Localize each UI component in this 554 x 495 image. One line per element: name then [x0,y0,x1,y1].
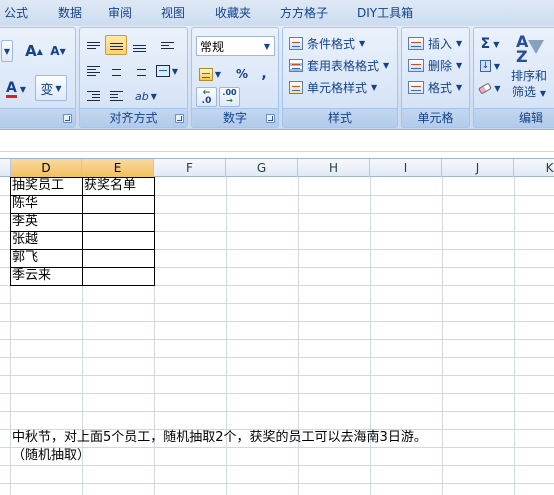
tab-view[interactable]: 视图 [161,0,185,26]
table-row-employee[interactable]: 陈华 [12,195,38,213]
alignment-group-label: 对齐方式 [80,108,187,127]
column-header-i[interactable]: I [370,159,442,177]
table-row-employee[interactable]: 郭飞 [12,249,38,267]
worksheet-grid[interactable]: D E F G H I J K 抽奖员工 获奖名单 陈华 李英 张越 郭飞 季云… [0,159,554,495]
tab-data[interactable]: 数据 [58,0,82,26]
increase-decimal-button[interactable]: ← .0 [196,87,217,107]
tab-fangfang[interactable]: 方方格子 [280,0,328,26]
align-left-button[interactable] [82,61,104,81]
tab-favorites[interactable]: 收藏夹 [215,0,251,26]
percent-style-button[interactable]: % [231,64,253,84]
grow-font-button[interactable]: A ▲ [23,40,45,62]
table-row-employee[interactable]: 李英 [12,213,38,231]
decrease-decimal-button[interactable]: .00 → [219,87,240,107]
table-row-employee[interactable]: 张越 [12,231,38,249]
column-header-h[interactable]: H [298,159,370,177]
alignment-group: ▼ ab ▼ 对齐方式 [79,27,188,128]
column-header-e[interactable]: E [82,159,154,177]
tab-diy-toolbox[interactable]: DIY工具箱 [357,0,413,26]
fill-button[interactable]: ↓ ▼ [477,56,503,76]
format-as-table-button[interactable]: 套用表格格式 ▼ [289,57,389,74]
conditional-formatting-icon [289,37,303,50]
cell-e1-header[interactable]: 获奖名单 [84,177,136,195]
orientation-icon[interactable]: ab ▼ [132,86,160,106]
cell-styles-button[interactable]: 单元格样式 ▼ [289,79,377,96]
column-header-g[interactable]: G [226,159,298,177]
formula-bar-divider [0,151,554,152]
corner-select-all[interactable] [0,159,11,177]
ribbon: ▼ A ▲ A ▼ A ▼ 变 ▼ ▼ ab ▼ 对齐方式 常规 ▼ ▼ % , ← .0 … [0,26,554,130]
sort-filter-label-line2: 筛选 ▼ [512,85,546,99]
fill-down-icon: ↓ [479,60,491,72]
font-launcher-icon[interactable] [63,114,72,123]
column-header-k[interactable]: K [514,159,554,177]
delete-cells-button[interactable]: 删除 ▼ [408,57,462,74]
cells-group: 插入 ▼ 删除 ▼ 格式 ▼ 单元格 [401,27,470,128]
format-cells-button[interactable]: 格式 ▼ [408,79,462,96]
column-header-d[interactable]: D [11,159,82,177]
editing-group-label: 编辑 [474,108,554,127]
delete-icon [408,59,424,72]
align-top-button[interactable] [82,35,104,55]
align-middle-button[interactable] [105,35,127,55]
column-header-row: D E F G H I J K [0,159,554,177]
sort-filter-icon: A Z [514,32,544,66]
font-group: ▼ A ▲ A ▼ A ▼ 变 ▼ [0,27,76,128]
wrap-text-icon[interactable] [156,35,178,55]
tab-review[interactable]: 审阅 [108,0,132,26]
styles-group: 条件格式 ▼ 套用表格格式 ▼ 单元格样式 ▼ 样式 [282,27,398,128]
table-row-employee[interactable]: 季云来 [12,267,51,285]
ribbon-tab-bar: 公式 数据 审阅 视图 收藏夹 方方格子 DIY工具箱 [0,0,554,26]
number-launcher-icon[interactable] [266,114,275,123]
comma-style-button[interactable]: , [254,64,274,84]
insert-cells-button[interactable]: 插入 ▼ [408,35,462,52]
format-as-table-icon [289,59,303,72]
increase-indent-icon[interactable] [105,86,127,106]
cells-group-label: 单元格 [402,108,469,127]
format-icon [408,81,424,94]
phonetic-button[interactable]: 变 ▼ [35,75,67,101]
conditional-formatting-button[interactable]: 条件格式 ▼ [289,35,365,52]
merge-center-icon[interactable]: ▼ [152,61,182,81]
column-header-f[interactable]: F [154,159,226,177]
tab-formulas[interactable]: 公式 [4,0,28,26]
column-header-j[interactable]: J [442,159,514,177]
font-color-button[interactable]: A ▼ [1,78,31,100]
shrink-font-button[interactable]: A ▼ [47,40,69,62]
number-group: 常规 ▼ ▼ % , ← .0 .00 → 数字 [191,27,279,128]
cell-styles-icon [289,81,303,94]
autosum-button[interactable]: Σ ▼ [477,34,503,54]
align-center-button[interactable] [105,61,127,81]
insert-icon [408,37,424,50]
font-size-dropdown[interactable]: ▼ [1,40,13,62]
eraser-icon [478,81,493,95]
formula-bar[interactable] [0,131,554,159]
decrease-indent-icon[interactable] [82,86,104,106]
align-bottom-button[interactable] [128,35,150,55]
note-line-2[interactable]: （随机抽取） [12,447,90,465]
cell-d1-header[interactable]: 抽奖员工 [12,177,64,195]
styles-group-label: 样式 [283,108,397,127]
clear-button[interactable]: ▼ [477,78,503,98]
accounting-format-icon[interactable]: ▼ [196,64,224,84]
cell-area[interactable]: 抽奖员工 获奖名单 陈华 李英 张越 郭飞 季云来 中秋节，对上面5个员工，随机… [0,177,554,495]
sort-filter-button[interactable]: 排序和 筛选 ▼ [508,68,550,102]
align-right-button[interactable] [128,61,150,81]
editing-group: Σ ▼ ↓ ▼ ▼ A Z 排序和 筛选 ▼ 编辑 [473,27,554,128]
alignment-launcher-icon[interactable] [175,114,184,123]
sort-filter-label-line1: 排序和 [510,69,547,83]
number-format-select[interactable]: 常规 ▼ [196,36,275,56]
note-line-1[interactable]: 中秋节，对上面5个员工，随机抽取2个，获奖的员工可以去海南3日游。 [12,429,427,447]
